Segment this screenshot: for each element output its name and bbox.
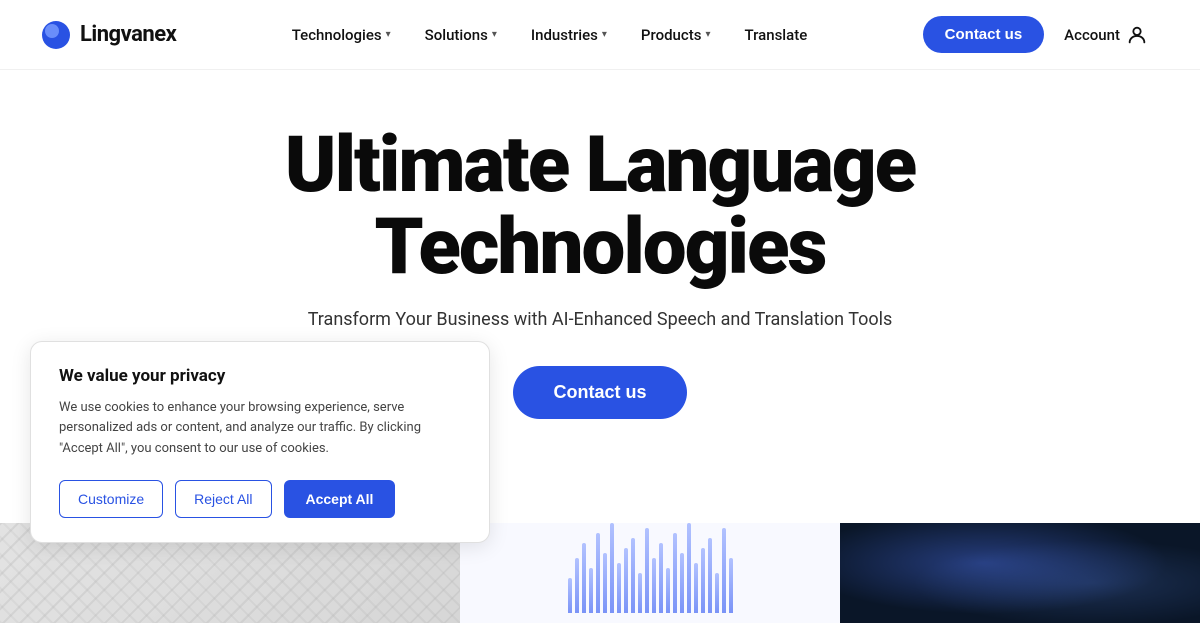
bar [680, 553, 684, 613]
chevron-down-icon: ▾ [386, 29, 391, 40]
cookie-customize-button[interactable]: Customize [59, 480, 163, 518]
bar [715, 573, 719, 613]
bar [652, 558, 656, 613]
hero-subtitle: Transform Your Business with AI-Enhanced… [0, 309, 1200, 330]
bar [701, 548, 705, 613]
bar [729, 558, 733, 613]
account-menu[interactable]: Account [1052, 16, 1160, 54]
bar [582, 543, 586, 613]
cookie-buttons: Customize Reject All Accept All [59, 480, 461, 518]
bar [568, 578, 572, 613]
bar [589, 568, 593, 613]
chevron-down-icon: ▾ [705, 29, 710, 40]
bar [631, 538, 635, 613]
nav-technologies[interactable]: Technologies ▾ [278, 18, 405, 52]
bar [596, 533, 600, 613]
chevron-down-icon: ▾ [602, 29, 607, 40]
main-nav: Technologies ▾ Solutions ▾ Industries ▾ … [278, 18, 822, 52]
nav-solutions[interactable]: Solutions ▾ [411, 18, 511, 52]
logo-text: Lingvanex [80, 22, 176, 47]
image-right [840, 523, 1200, 623]
bar [666, 568, 670, 613]
hero-title: Ultimate Language Technologies [0, 125, 1200, 289]
bar [673, 533, 677, 613]
logo-icon [40, 19, 72, 51]
bar [645, 528, 649, 613]
cookie-body: We use cookies to enhance your browsing … [59, 398, 461, 460]
bars-visualization [460, 523, 840, 623]
bar [708, 538, 712, 613]
dots-background [840, 523, 1200, 623]
header: Lingvanex Technologies ▾ Solutions ▾ Ind… [0, 0, 1200, 70]
bar [617, 563, 621, 613]
bar [575, 558, 579, 613]
bar [638, 573, 642, 613]
image-middle [460, 523, 840, 623]
nav-industries[interactable]: Industries ▾ [517, 18, 621, 52]
cookie-accept-button[interactable]: Accept All [284, 480, 396, 518]
header-contact-button[interactable]: Contact us [923, 16, 1045, 53]
cookie-banner: We value your privacy We use cookies to … [30, 341, 490, 543]
bar [659, 543, 663, 613]
account-icon [1126, 24, 1148, 46]
chevron-down-icon: ▾ [492, 29, 497, 40]
header-right: Contact us Account [923, 16, 1160, 54]
bar [603, 553, 607, 613]
nav-products[interactable]: Products ▾ [627, 18, 725, 52]
cookie-title: We value your privacy [59, 366, 461, 386]
bar [694, 563, 698, 613]
hero-contact-button[interactable]: Contact us [513, 366, 686, 419]
cookie-reject-button[interactable]: Reject All [175, 480, 271, 518]
bar [610, 523, 614, 613]
logo[interactable]: Lingvanex [40, 19, 176, 51]
bar [722, 528, 726, 613]
nav-translate[interactable]: Translate [730, 18, 821, 52]
bar [687, 523, 691, 613]
bar [624, 548, 628, 613]
